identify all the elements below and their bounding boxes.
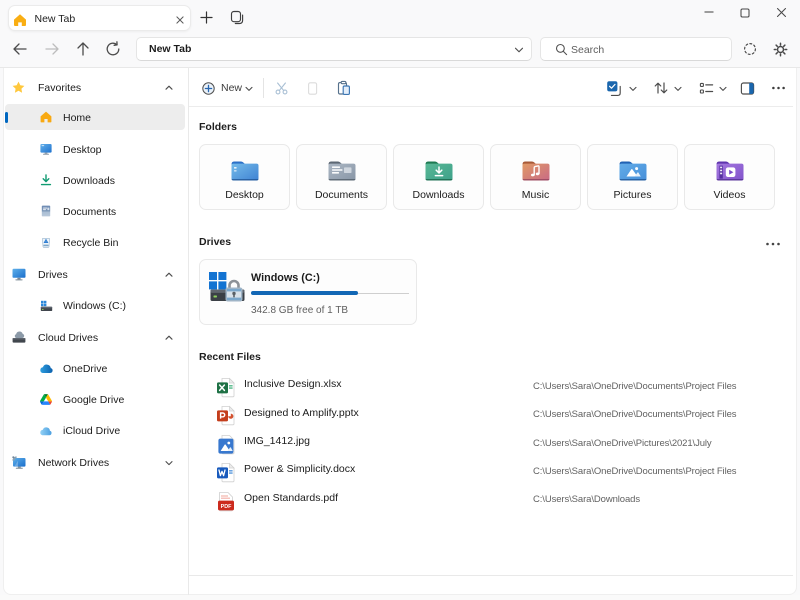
svg-text:PDF: PDF <box>221 504 232 510</box>
